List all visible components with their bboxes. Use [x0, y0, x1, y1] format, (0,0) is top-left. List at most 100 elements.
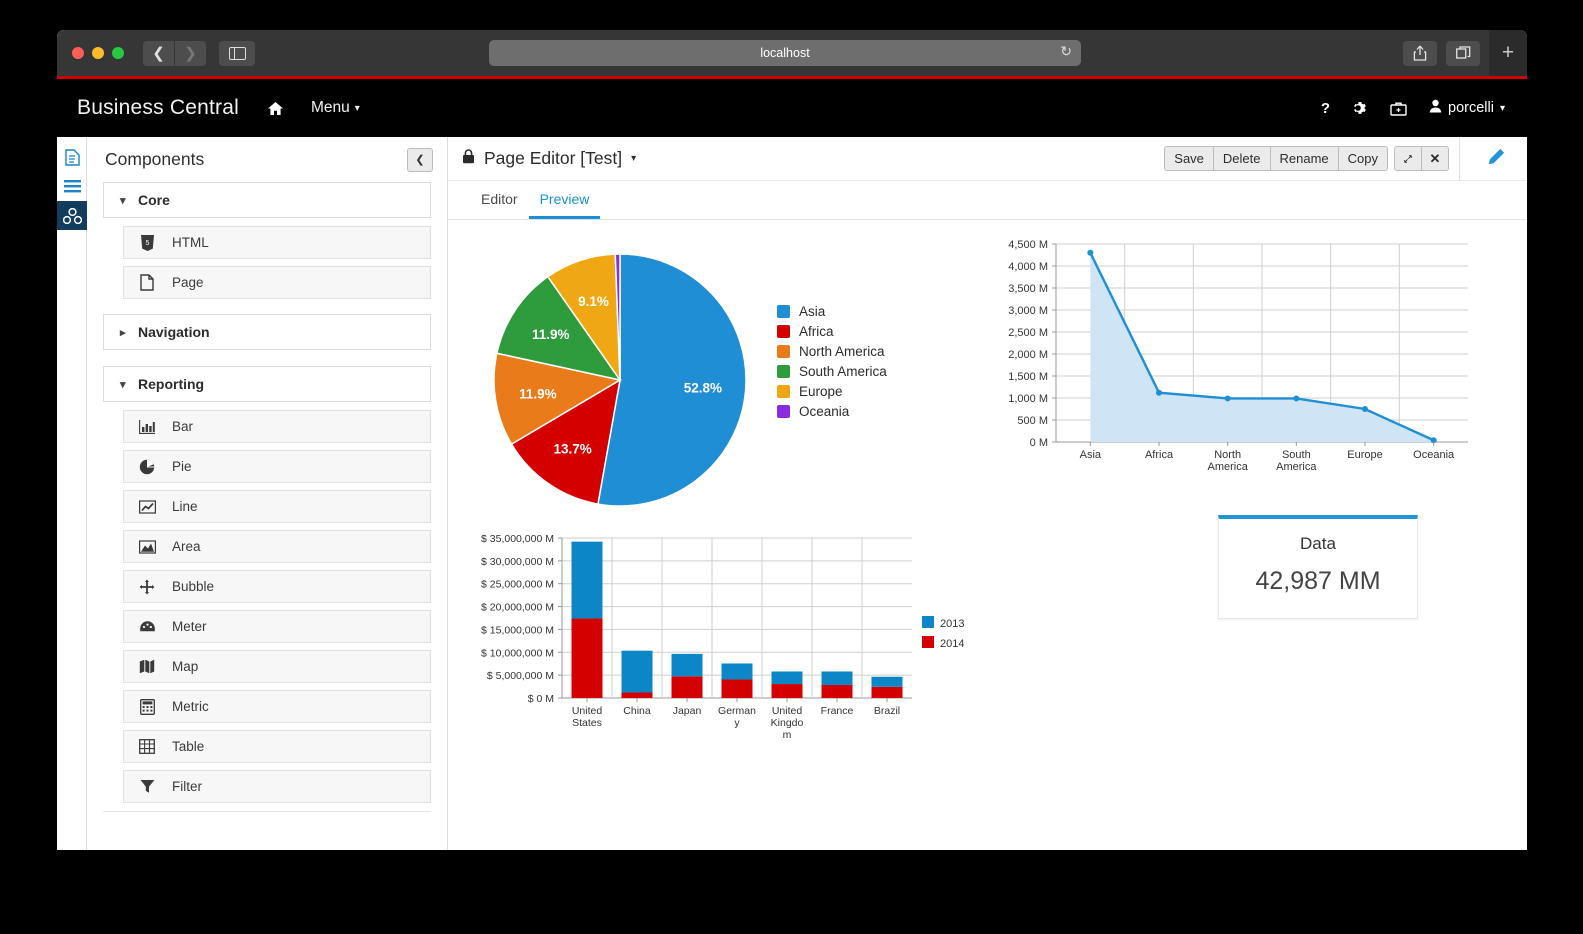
chevron-down-icon: ▾ — [1500, 103, 1505, 114]
component-html[interactable]: 5 HTML — [123, 226, 431, 259]
group-header-reporting[interactable]: ▾ Reporting — [103, 366, 431, 402]
delete-button[interactable]: Delete — [1213, 146, 1271, 171]
user-menu[interactable]: porcelli ▾ — [1429, 99, 1505, 117]
svg-text:North: North — [1214, 449, 1241, 461]
component-page[interactable]: Page — [123, 266, 431, 299]
menu-button[interactable]: Menu ▾ — [311, 99, 360, 117]
html5-icon: 5 — [138, 235, 156, 251]
components-list: ▾ Core 5 HTML Page — [87, 182, 447, 850]
chevron-down-icon: ▾ — [120, 194, 129, 207]
forward-button[interactable]: ❯ — [175, 41, 206, 66]
svg-text:5: 5 — [145, 240, 149, 247]
editor-tabs: Editor Preview — [448, 181, 1527, 220]
legend-swatch — [777, 325, 790, 338]
legend-item[interactable]: Asia — [777, 304, 887, 319]
editor-toolbar: Page Editor [Test] ▾ Save Delete Rename … — [448, 137, 1527, 181]
legend-item[interactable]: Europe — [777, 384, 887, 399]
back-button[interactable]: ❮ — [143, 41, 174, 66]
svg-text:Oceania: Oceania — [1413, 449, 1455, 461]
editor-area: Page Editor [Test] ▾ Save Delete Rename … — [448, 137, 1527, 850]
area-chart[interactable]: 0 M500 M1,000 M1,500 M2,000 M2,500 M3,00… — [990, 234, 1480, 484]
navigation-buttons: ❮ ❯ — [143, 41, 206, 66]
share-icon[interactable] — [1403, 41, 1437, 66]
svg-text:1,500 M: 1,500 M — [1008, 371, 1048, 383]
component-map[interactable]: Map — [123, 650, 431, 683]
legend-swatch — [777, 365, 790, 378]
component-label: Pie — [172, 459, 192, 474]
collapse-panel-button[interactable]: ❮ — [407, 148, 433, 172]
svg-text:0 M: 0 M — [1030, 437, 1048, 449]
maximize-window-button[interactable] — [112, 47, 124, 59]
svg-text:$ 35,000,000 M: $ 35,000,000 M — [481, 533, 554, 545]
legend-item[interactable]: North America — [777, 344, 887, 359]
svg-text:y: y — [734, 717, 740, 729]
rename-button[interactable]: Rename — [1270, 146, 1339, 171]
save-button[interactable]: Save — [1164, 146, 1214, 171]
component-label: Page — [172, 275, 204, 290]
svg-text:3,000 M: 3,000 M — [1008, 305, 1048, 317]
component-meter[interactable]: Meter — [123, 610, 431, 643]
pie-chart[interactable]: 52.8%13.7%11.9%11.9%9.1% Asia Africa — [472, 238, 902, 528]
svg-text:52.8%: 52.8% — [684, 380, 722, 395]
component-table[interactable]: Table — [123, 730, 431, 763]
metric-card[interactable]: Data 42,987 MM — [1218, 515, 1418, 619]
component-bubble[interactable]: Bubble — [123, 570, 431, 603]
expand-icon[interactable] — [1394, 146, 1422, 171]
pie-chart-icon — [138, 459, 156, 475]
svg-text:2,000 M: 2,000 M — [1008, 349, 1048, 361]
pie-chart-legend: Asia Africa North America South Ame — [777, 304, 887, 419]
question-mark-icon[interactable]: ? — [1321, 100, 1330, 117]
legend-item[interactable]: South America — [777, 364, 887, 379]
component-line[interactable]: Line — [123, 490, 431, 523]
components-panel-header: Components ❮ — [87, 137, 447, 182]
metric-icon — [138, 699, 156, 715]
toolbox-icon[interactable] — [1390, 101, 1407, 116]
group-header-core[interactable]: ▾ Core — [103, 182, 431, 218]
svg-text:500 M: 500 M — [1017, 415, 1048, 427]
component-area[interactable]: Area — [123, 530, 431, 563]
svg-text:2013: 2013 — [940, 618, 964, 630]
group-header-navigation[interactable]: ▸ Navigation — [103, 314, 431, 350]
rail-item-components[interactable] — [57, 201, 87, 230]
bubble-icon — [138, 579, 156, 595]
chevron-down-icon[interactable]: ▾ — [631, 153, 636, 164]
legend-item[interactable]: Africa — [777, 324, 887, 339]
svg-text:Kingdo: Kingdo — [771, 717, 804, 729]
reload-icon[interactable]: ↻ — [1060, 43, 1072, 60]
rail-item-list[interactable] — [57, 172, 87, 201]
show-tabs-icon[interactable] — [1446, 41, 1480, 66]
table-icon — [138, 739, 156, 754]
component-label: Area — [172, 539, 201, 554]
svg-text:Africa: Africa — [1145, 449, 1174, 461]
gear-icon[interactable] — [1352, 100, 1368, 116]
component-bar[interactable]: Bar — [123, 410, 431, 443]
rail-item-document[interactable] — [57, 143, 87, 172]
close-icon[interactable]: ✕ — [1421, 146, 1449, 171]
component-metric[interactable]: Metric — [123, 690, 431, 723]
legend-item[interactable]: Oceania — [777, 404, 887, 419]
tab-editor[interactable]: Editor — [470, 181, 529, 219]
icon-rail — [57, 137, 87, 850]
browser-window: ❮ ❯ localhost ↻ + Business Central Menu — [57, 30, 1527, 850]
close-window-button[interactable] — [72, 47, 84, 59]
component-pie[interactable]: Pie — [123, 450, 431, 483]
component-filter[interactable]: Filter — [123, 770, 431, 803]
sidebar-panel-icon[interactable] — [219, 41, 255, 66]
svg-text:$ 5,000,000 M: $ 5,000,000 M — [487, 670, 554, 682]
pencil-icon[interactable] — [1488, 148, 1505, 170]
tab-preview[interactable]: Preview — [529, 181, 601, 219]
file-icon — [138, 274, 156, 291]
component-label: Line — [172, 499, 198, 514]
bar-chart[interactable]: $ 0 M$ 5,000,000 M$ 10,000,000 M$ 15,000… — [454, 528, 964, 748]
filter-icon — [138, 779, 156, 794]
area-chart-icon — [138, 540, 156, 554]
editor-title[interactable]: Page Editor [Test] ▾ — [462, 148, 636, 169]
new-tab-button[interactable]: + — [1489, 30, 1527, 76]
home-icon[interactable] — [267, 101, 284, 116]
address-bar[interactable]: localhost ↻ — [489, 40, 1081, 66]
minimize-window-button[interactable] — [92, 47, 104, 59]
copy-button[interactable]: Copy — [1338, 146, 1388, 171]
editor-actions: Save Delete Rename Copy ✕ — [1164, 137, 1527, 181]
svg-text:German: German — [718, 705, 756, 717]
legend-swatch — [777, 305, 790, 318]
